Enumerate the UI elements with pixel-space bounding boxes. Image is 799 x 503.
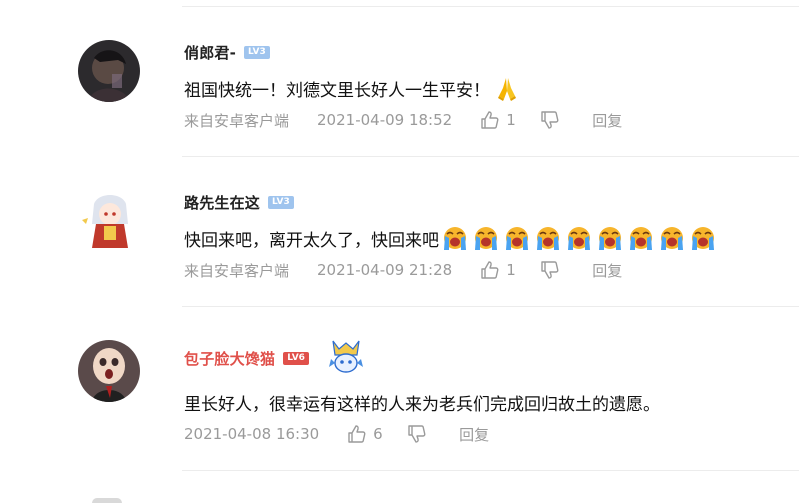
timestamp: 2021-04-08 16:30 xyxy=(184,425,320,443)
username[interactable]: 包子脸大馋猫 xyxy=(184,348,275,369)
divider xyxy=(182,470,799,471)
comment-item: 包子脸大馋猫 LV6 里长好人，很幸运有这样的人来为老兵们完成回归故土的遗愿。 … xyxy=(0,0,799,470)
thumbs-up-icon[interactable] xyxy=(347,424,367,444)
comment-text-row: 里长好人，很幸运有这样的人来为老兵们完成回归故土的遗愿。 xyxy=(184,388,660,416)
comment-meta: 2021-04-08 16:30 6 回复 xyxy=(184,424,489,444)
reply-button[interactable]: 回复 xyxy=(459,424,489,445)
user-row: 包子脸大馋猫 LV6 xyxy=(184,340,369,373)
next-avatar-partial xyxy=(92,498,122,503)
thumbs-down-icon[interactable] xyxy=(407,424,427,444)
fan-medal-icon xyxy=(328,340,363,373)
level-badge: LV6 xyxy=(283,351,309,365)
like-count: 6 xyxy=(373,425,383,443)
comment-text: 里长好人，很幸运有这样的人来为老兵们完成回归故土的遗愿。 xyxy=(184,394,660,415)
avatar[interactable] xyxy=(78,340,140,402)
